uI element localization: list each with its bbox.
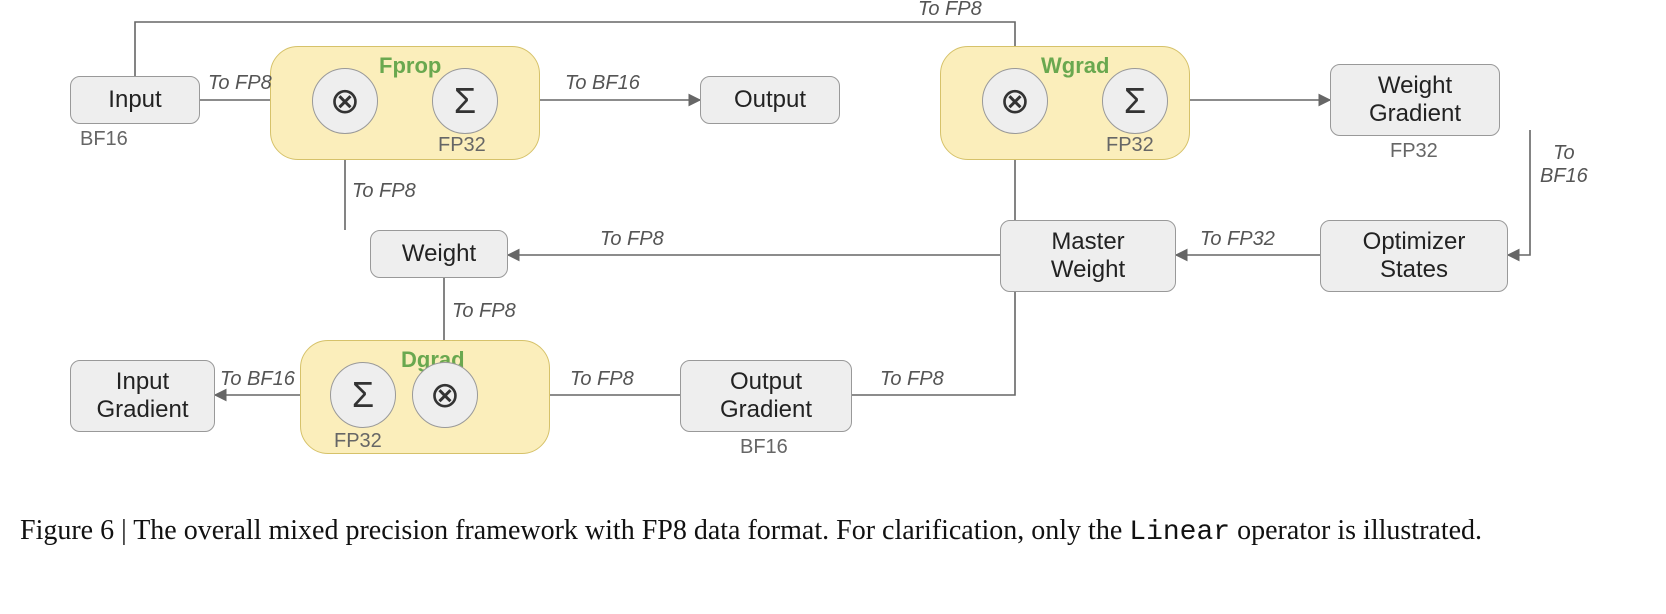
node-master-weight: Master Weight bbox=[1000, 220, 1176, 292]
node-weight-gradient: Weight Gradient bbox=[1330, 64, 1500, 136]
node-input-gradient: Input Gradient bbox=[70, 360, 215, 432]
edge-label-wgrad-opt: To BF16 bbox=[1540, 142, 1588, 188]
edge-label-opt-master: To FP32 bbox=[1200, 228, 1275, 251]
dtype-input: BF16 bbox=[80, 128, 128, 151]
node-input-label: Input bbox=[108, 86, 161, 114]
dtype-output-gradient: BF16 bbox=[740, 436, 788, 459]
node-optimizer-states: Optimizer States bbox=[1320, 220, 1508, 292]
dtype-wgrad: FP32 bbox=[1390, 140, 1438, 163]
edge-label-weight-fprop: To FP8 bbox=[352, 180, 416, 203]
opgroup-fprop-title: Fprop bbox=[379, 53, 441, 79]
edge-label-dgrad-inputgrad: To BF16 bbox=[220, 368, 295, 391]
edge-label-outgrad-dgrad: To FP8 bbox=[570, 368, 634, 391]
node-master-weight-label: Master Weight bbox=[1051, 228, 1125, 283]
fprop-mul-icon: ⊗ bbox=[312, 68, 378, 134]
dgrad-acc-dtype: FP32 bbox=[334, 430, 382, 453]
node-optimizer-states-label: Optimizer States bbox=[1363, 228, 1466, 283]
wgrad-acc-dtype: FP32 bbox=[1106, 134, 1154, 157]
node-output-label: Output bbox=[734, 86, 806, 114]
sum-glyph: Σ bbox=[1124, 80, 1146, 122]
caption-suffix: operator is illustrated. bbox=[1230, 515, 1482, 546]
dgrad-mul-icon: ⊗ bbox=[412, 362, 478, 428]
caption-mono: Linear bbox=[1129, 517, 1230, 548]
mul-glyph: ⊗ bbox=[330, 80, 360, 122]
edge-input-wgrad bbox=[135, 22, 1015, 76]
node-weight-gradient-label: Weight Gradient bbox=[1369, 72, 1461, 127]
node-output-gradient-label: Output Gradient bbox=[720, 368, 812, 423]
edge-label-input-wgrad: To FP8 bbox=[918, 0, 982, 21]
sum-glyph: Σ bbox=[454, 80, 476, 122]
fprop-sum-icon: Σ bbox=[432, 68, 498, 134]
edge-label-master-weight: To FP8 bbox=[600, 228, 664, 251]
edge-wgrad-opt bbox=[1508, 130, 1530, 255]
wgrad-sum-icon: Σ bbox=[1102, 68, 1168, 134]
node-input-gradient-label: Input Gradient bbox=[96, 368, 188, 423]
edge-label-weight-dgrad: To FP8 bbox=[452, 300, 516, 323]
node-input: Input bbox=[70, 76, 200, 124]
edge-label-fprop-output: To BF16 bbox=[565, 72, 640, 95]
node-weight-label: Weight bbox=[402, 240, 476, 268]
edge-label-outgrad-wgrad: To FP8 bbox=[880, 368, 944, 391]
edge-label-input-fprop: To FP8 bbox=[208, 72, 272, 95]
diagram-canvas: Input BF16 Fprop ⊗ Σ FP32 Output Wgrad ⊗… bbox=[0, 0, 1666, 614]
sum-glyph: Σ bbox=[352, 374, 374, 416]
dgrad-sum-icon: Σ bbox=[330, 362, 396, 428]
mul-glyph: ⊗ bbox=[430, 374, 460, 416]
node-output: Output bbox=[700, 76, 840, 124]
edge-outgrad-wgrad bbox=[852, 132, 1015, 395]
fprop-acc-dtype: FP32 bbox=[438, 134, 486, 157]
opgroup-fprop: Fprop bbox=[270, 46, 540, 160]
node-weight: Weight bbox=[370, 230, 508, 278]
node-output-gradient: Output Gradient bbox=[680, 360, 852, 432]
opgroup-wgrad-title: Wgrad bbox=[1041, 53, 1109, 79]
caption-prefix: Figure 6 | The overall mixed precision f… bbox=[20, 515, 1129, 546]
wgrad-mul-icon: ⊗ bbox=[982, 68, 1048, 134]
figure-caption: Figure 6 | The overall mixed precision f… bbox=[20, 512, 1646, 552]
mul-glyph: ⊗ bbox=[1000, 80, 1030, 122]
